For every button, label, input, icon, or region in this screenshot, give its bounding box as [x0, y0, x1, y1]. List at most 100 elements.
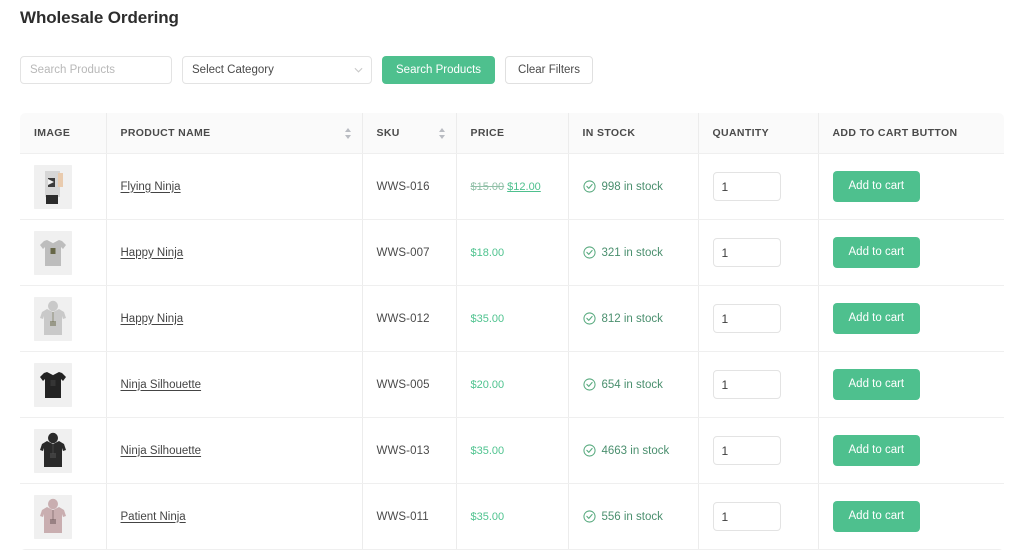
column-header-product-name[interactable]: PRODUCT NAME [105, 113, 362, 154]
cell-quantity [697, 417, 818, 484]
cell-sku: WWS-005 [361, 351, 456, 418]
add-to-cart-button[interactable]: Add to cart [832, 303, 921, 334]
sort-icon[interactable] [438, 127, 446, 140]
cell-product-name: Happy Ninja [105, 219, 362, 286]
in-stock-check-icon [582, 378, 596, 391]
in-stock-check-icon [582, 510, 596, 523]
in-stock-check-icon [582, 246, 596, 259]
cell-quantity [697, 351, 818, 418]
table-row: Flying Ninja WWS-016 $15.00 $12.00 998 in st… [20, 153, 1004, 220]
cell-price: $35.00 [455, 285, 568, 352]
table-row: Happy Ninja WWS-012 $35.00 812 in stock Add … [20, 285, 1004, 352]
add-to-cart-button[interactable]: Add to cart [832, 369, 921, 400]
filter-bar: Select Category Search Products Clear Fi… [20, 56, 1004, 84]
cell-in-stock: 812 in stock [567, 285, 698, 352]
product-name-link[interactable]: Ninja Silhouette [121, 445, 202, 457]
cell-in-stock: 321 in stock [567, 219, 698, 286]
products-table-container: IMAGE PRODUCT NAME SKU PRICE IN STOCK QUANTIT… [20, 113, 1004, 550]
cell-in-stock: 4663 in stock [567, 417, 698, 484]
cell-quantity [697, 153, 818, 220]
table-row: Ninja Silhouette WWS-005 $20.00 654 in stoc… [20, 351, 1004, 418]
column-header-price: PRICE [455, 113, 568, 154]
quantity-input[interactable] [712, 172, 781, 201]
cell-price: $18.00 [455, 219, 568, 286]
price-value: $35.00 [470, 510, 505, 523]
cell-sku: WWS-011 [361, 483, 456, 550]
cell-price: $35.00 [455, 417, 568, 484]
stock-text: 998 in stock [601, 180, 663, 193]
product-name-link[interactable]: Ninja Silhouette [121, 379, 202, 391]
cell-product-name: Ninja Silhouette [105, 417, 362, 484]
product-name-link[interactable]: Patient Ninja [121, 511, 186, 523]
cell-product-name: Flying Ninja [105, 153, 362, 220]
cell-product-name: Ninja Silhouette [105, 351, 362, 418]
add-to-cart-button[interactable]: Add to cart [832, 501, 921, 532]
product-thumbnail[interactable] [34, 362, 72, 407]
cell-add-to-cart: Add to cart [817, 483, 1004, 550]
search-products-button[interactable]: Search Products [382, 56, 496, 84]
cell-quantity [697, 483, 818, 550]
cell-product-name: Patient Ninja [105, 483, 362, 550]
cell-sku: WWS-007 [361, 219, 456, 286]
quantity-input[interactable] [712, 436, 781, 465]
quantity-input[interactable] [712, 238, 781, 267]
product-thumbnail[interactable] [34, 230, 72, 275]
column-header-label: IN STOCK [582, 127, 636, 139]
cell-sku: WWS-012 [361, 285, 456, 352]
cell-price: $15.00 $12.00 [455, 153, 568, 220]
column-header-label: ADD TO CART BUTTON [832, 127, 958, 139]
price-value: $20.00 [470, 378, 505, 391]
table-head: IMAGE PRODUCT NAME SKU PRICE IN STOCK QUANTIT… [20, 113, 1004, 154]
product-name-link[interactable]: Flying Ninja [121, 181, 181, 193]
stock-text: 654 in stock [601, 378, 663, 391]
product-name-link[interactable]: Happy Ninja [121, 313, 184, 325]
product-name-link[interactable]: Happy Ninja [121, 247, 184, 259]
cell-image [20, 285, 106, 352]
sort-icon[interactable] [344, 127, 352, 140]
page-title: Wholesale Ordering [20, 8, 179, 27]
column-header-sku[interactable]: SKU [361, 113, 456, 154]
clear-filters-button[interactable]: Clear Filters [505, 56, 593, 84]
product-thumbnail[interactable] [34, 428, 72, 473]
cell-in-stock: 654 in stock [567, 351, 698, 418]
product-thumbnail[interactable] [34, 494, 72, 539]
cell-in-stock: 998 in stock [567, 153, 698, 220]
price-sale[interactable]: $12.00 [507, 181, 541, 193]
product-sku: WWS-007 [376, 246, 430, 259]
table-row: Ninja Silhouette WWS-013 $35.00 4663 in sto… [20, 417, 1004, 484]
stock-text: 556 in stock [601, 510, 663, 523]
cell-product-name: Happy Ninja [105, 285, 362, 352]
cell-image [20, 351, 106, 418]
in-stock-check-icon [582, 444, 596, 457]
add-to-cart-button[interactable]: Add to cart [832, 435, 921, 466]
column-header-label: IMAGE [34, 127, 71, 139]
product-sku: WWS-011 [376, 510, 429, 523]
product-sku: WWS-012 [376, 312, 430, 325]
column-header-label: PRICE [470, 127, 505, 139]
stock-text: 321 in stock [601, 246, 663, 259]
cell-sku: WWS-016 [361, 153, 456, 220]
quantity-input[interactable] [712, 502, 781, 531]
column-header-add-to-cart-button: ADD TO CART BUTTON [817, 113, 1004, 154]
category-select[interactable]: Select Category [182, 56, 372, 84]
price-original: $15.00 [470, 180, 505, 193]
add-to-cart-button[interactable]: Add to cart [832, 237, 921, 268]
column-header-label: PRODUCT NAME [120, 127, 211, 139]
stock-text: 812 in stock [601, 312, 663, 325]
search-input[interactable] [20, 56, 172, 84]
cell-price: $20.00 [455, 351, 568, 418]
cell-image [20, 417, 106, 484]
cell-image [20, 153, 106, 220]
table-header-row: IMAGE PRODUCT NAME SKU PRICE IN STOCK QUANTIT… [20, 113, 1004, 154]
product-sku: WWS-016 [376, 180, 430, 193]
wholesale-ordering-page: Wholesale Ordering Select Category Searc… [0, 0, 1024, 556]
in-stock-check-icon [582, 312, 596, 325]
cell-add-to-cart: Add to cart [817, 351, 1004, 418]
add-to-cart-button[interactable]: Add to cart [832, 171, 921, 202]
product-thumbnail[interactable] [34, 164, 72, 209]
quantity-input[interactable] [712, 304, 781, 333]
product-thumbnail[interactable] [34, 296, 72, 341]
in-stock-check-icon [582, 180, 596, 193]
quantity-input[interactable] [712, 370, 781, 399]
stock-text: 4663 in stock [601, 444, 670, 457]
